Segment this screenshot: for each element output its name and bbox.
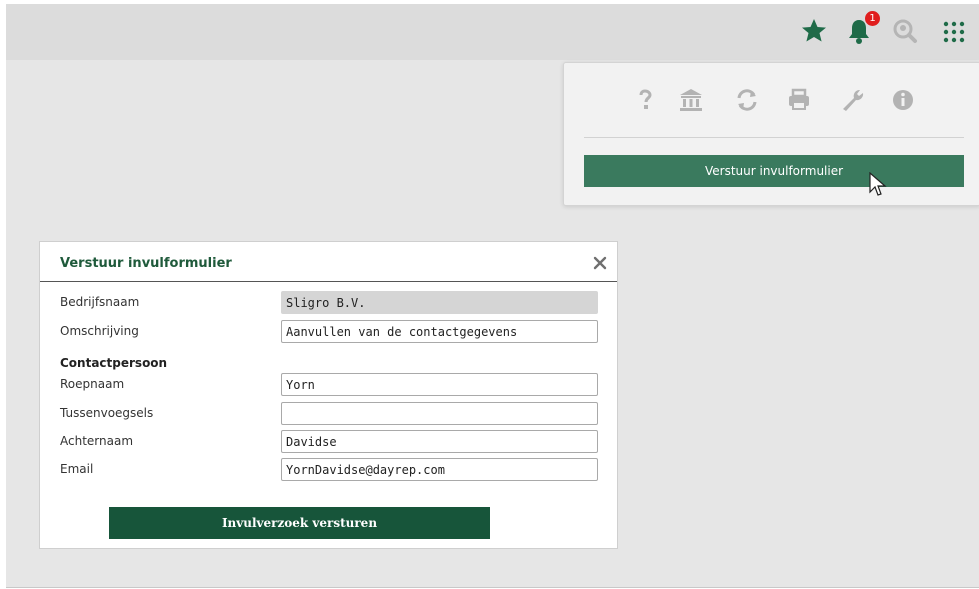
star-icon[interactable] bbox=[799, 14, 829, 48]
company-field[interactable] bbox=[281, 291, 598, 314]
info-icon[interactable] bbox=[890, 87, 916, 113]
help-icon[interactable] bbox=[632, 87, 658, 113]
dialog-title: Verstuur invulformulier bbox=[60, 256, 232, 271]
mouse-cursor-icon bbox=[869, 172, 887, 196]
last-name-label: Achternaam bbox=[60, 434, 134, 448]
contact-section-heading: Contactpersoon bbox=[60, 356, 168, 370]
refresh-icon[interactable] bbox=[734, 87, 760, 113]
bank-icon[interactable] bbox=[678, 87, 704, 113]
send-request-button[interactable]: Invulverzoek versturen bbox=[109, 507, 490, 539]
wrench-icon[interactable] bbox=[840, 87, 866, 113]
last-name-field[interactable] bbox=[281, 430, 598, 453]
email-field[interactable] bbox=[281, 458, 598, 481]
close-icon[interactable] bbox=[593, 256, 607, 270]
first-name-label: Roepnaam bbox=[60, 377, 125, 391]
infix-field[interactable] bbox=[281, 402, 598, 425]
infix-row: Tussenvoegsels bbox=[60, 402, 600, 426]
first-name-field[interactable] bbox=[281, 373, 598, 396]
print-icon[interactable] bbox=[786, 87, 812, 113]
apps-grid-icon[interactable] bbox=[940, 14, 970, 48]
company-label: Bedrijfsnaam bbox=[60, 295, 140, 309]
page-background: 1 Verstuur invulformulier Verstuur invul… bbox=[6, 4, 979, 588]
email-label: Email bbox=[60, 462, 94, 476]
send-form-menu-button[interactable]: Verstuur invulformulier bbox=[584, 155, 964, 187]
menu-divider bbox=[584, 137, 964, 138]
email-row: Email bbox=[60, 458, 600, 482]
last-name-row: Achternaam bbox=[60, 430, 600, 454]
dialog-header-divider bbox=[40, 281, 617, 282]
description-row: Omschrijving bbox=[60, 320, 600, 344]
company-row: Bedrijfsnaam bbox=[60, 291, 600, 315]
first-name-row: Roepnaam bbox=[60, 373, 600, 397]
tools-dropdown-menu: Verstuur invulformulier bbox=[563, 62, 979, 206]
search-location-icon[interactable] bbox=[890, 14, 920, 48]
description-label: Omschrijving bbox=[60, 324, 139, 338]
description-field[interactable] bbox=[281, 320, 598, 343]
notification-badge: 1 bbox=[865, 11, 880, 26]
send-form-dialog: Verstuur invulformulier Bedrijfsnaam Oms… bbox=[39, 241, 618, 549]
infix-label: Tussenvoegsels bbox=[60, 406, 154, 420]
top-bar: 1 bbox=[6, 4, 979, 60]
